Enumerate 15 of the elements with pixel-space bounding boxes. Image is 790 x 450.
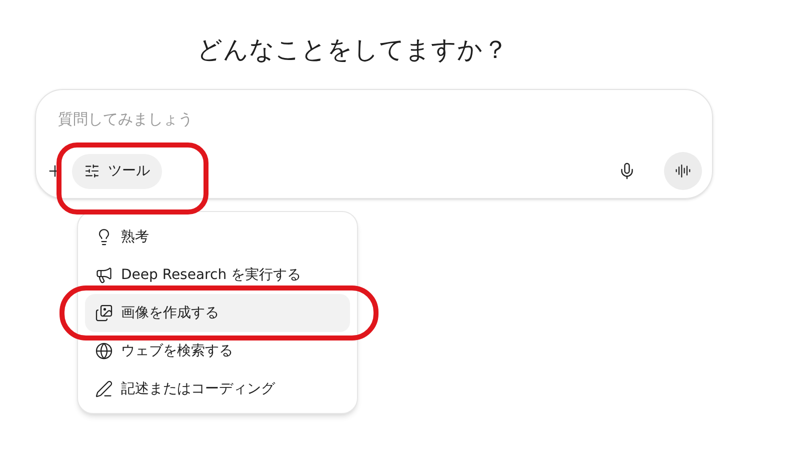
menu-item[interactable]: ウェブを検索する: [85, 332, 350, 370]
page-heading: どんなことをしてますか？: [197, 34, 508, 66]
megaphone-icon: [95, 266, 113, 284]
menu-item[interactable]: 熟考: [85, 218, 350, 256]
menu-item[interactable]: 画像を作成する: [85, 294, 350, 332]
globe-icon: [95, 342, 113, 360]
sliders-icon: [84, 163, 100, 179]
menu-item[interactable]: Deep Research を実行する: [85, 256, 350, 294]
prompt-input[interactable]: 質問してみましょう: [58, 106, 690, 132]
images-icon: [95, 304, 113, 322]
tools-button[interactable]: ツール: [72, 154, 162, 188]
microphone-icon[interactable]: [618, 162, 636, 180]
menu-item[interactable]: 記述またはコーディング: [85, 370, 350, 408]
waveform-icon: [675, 163, 691, 179]
voice-button[interactable]: [664, 152, 702, 190]
